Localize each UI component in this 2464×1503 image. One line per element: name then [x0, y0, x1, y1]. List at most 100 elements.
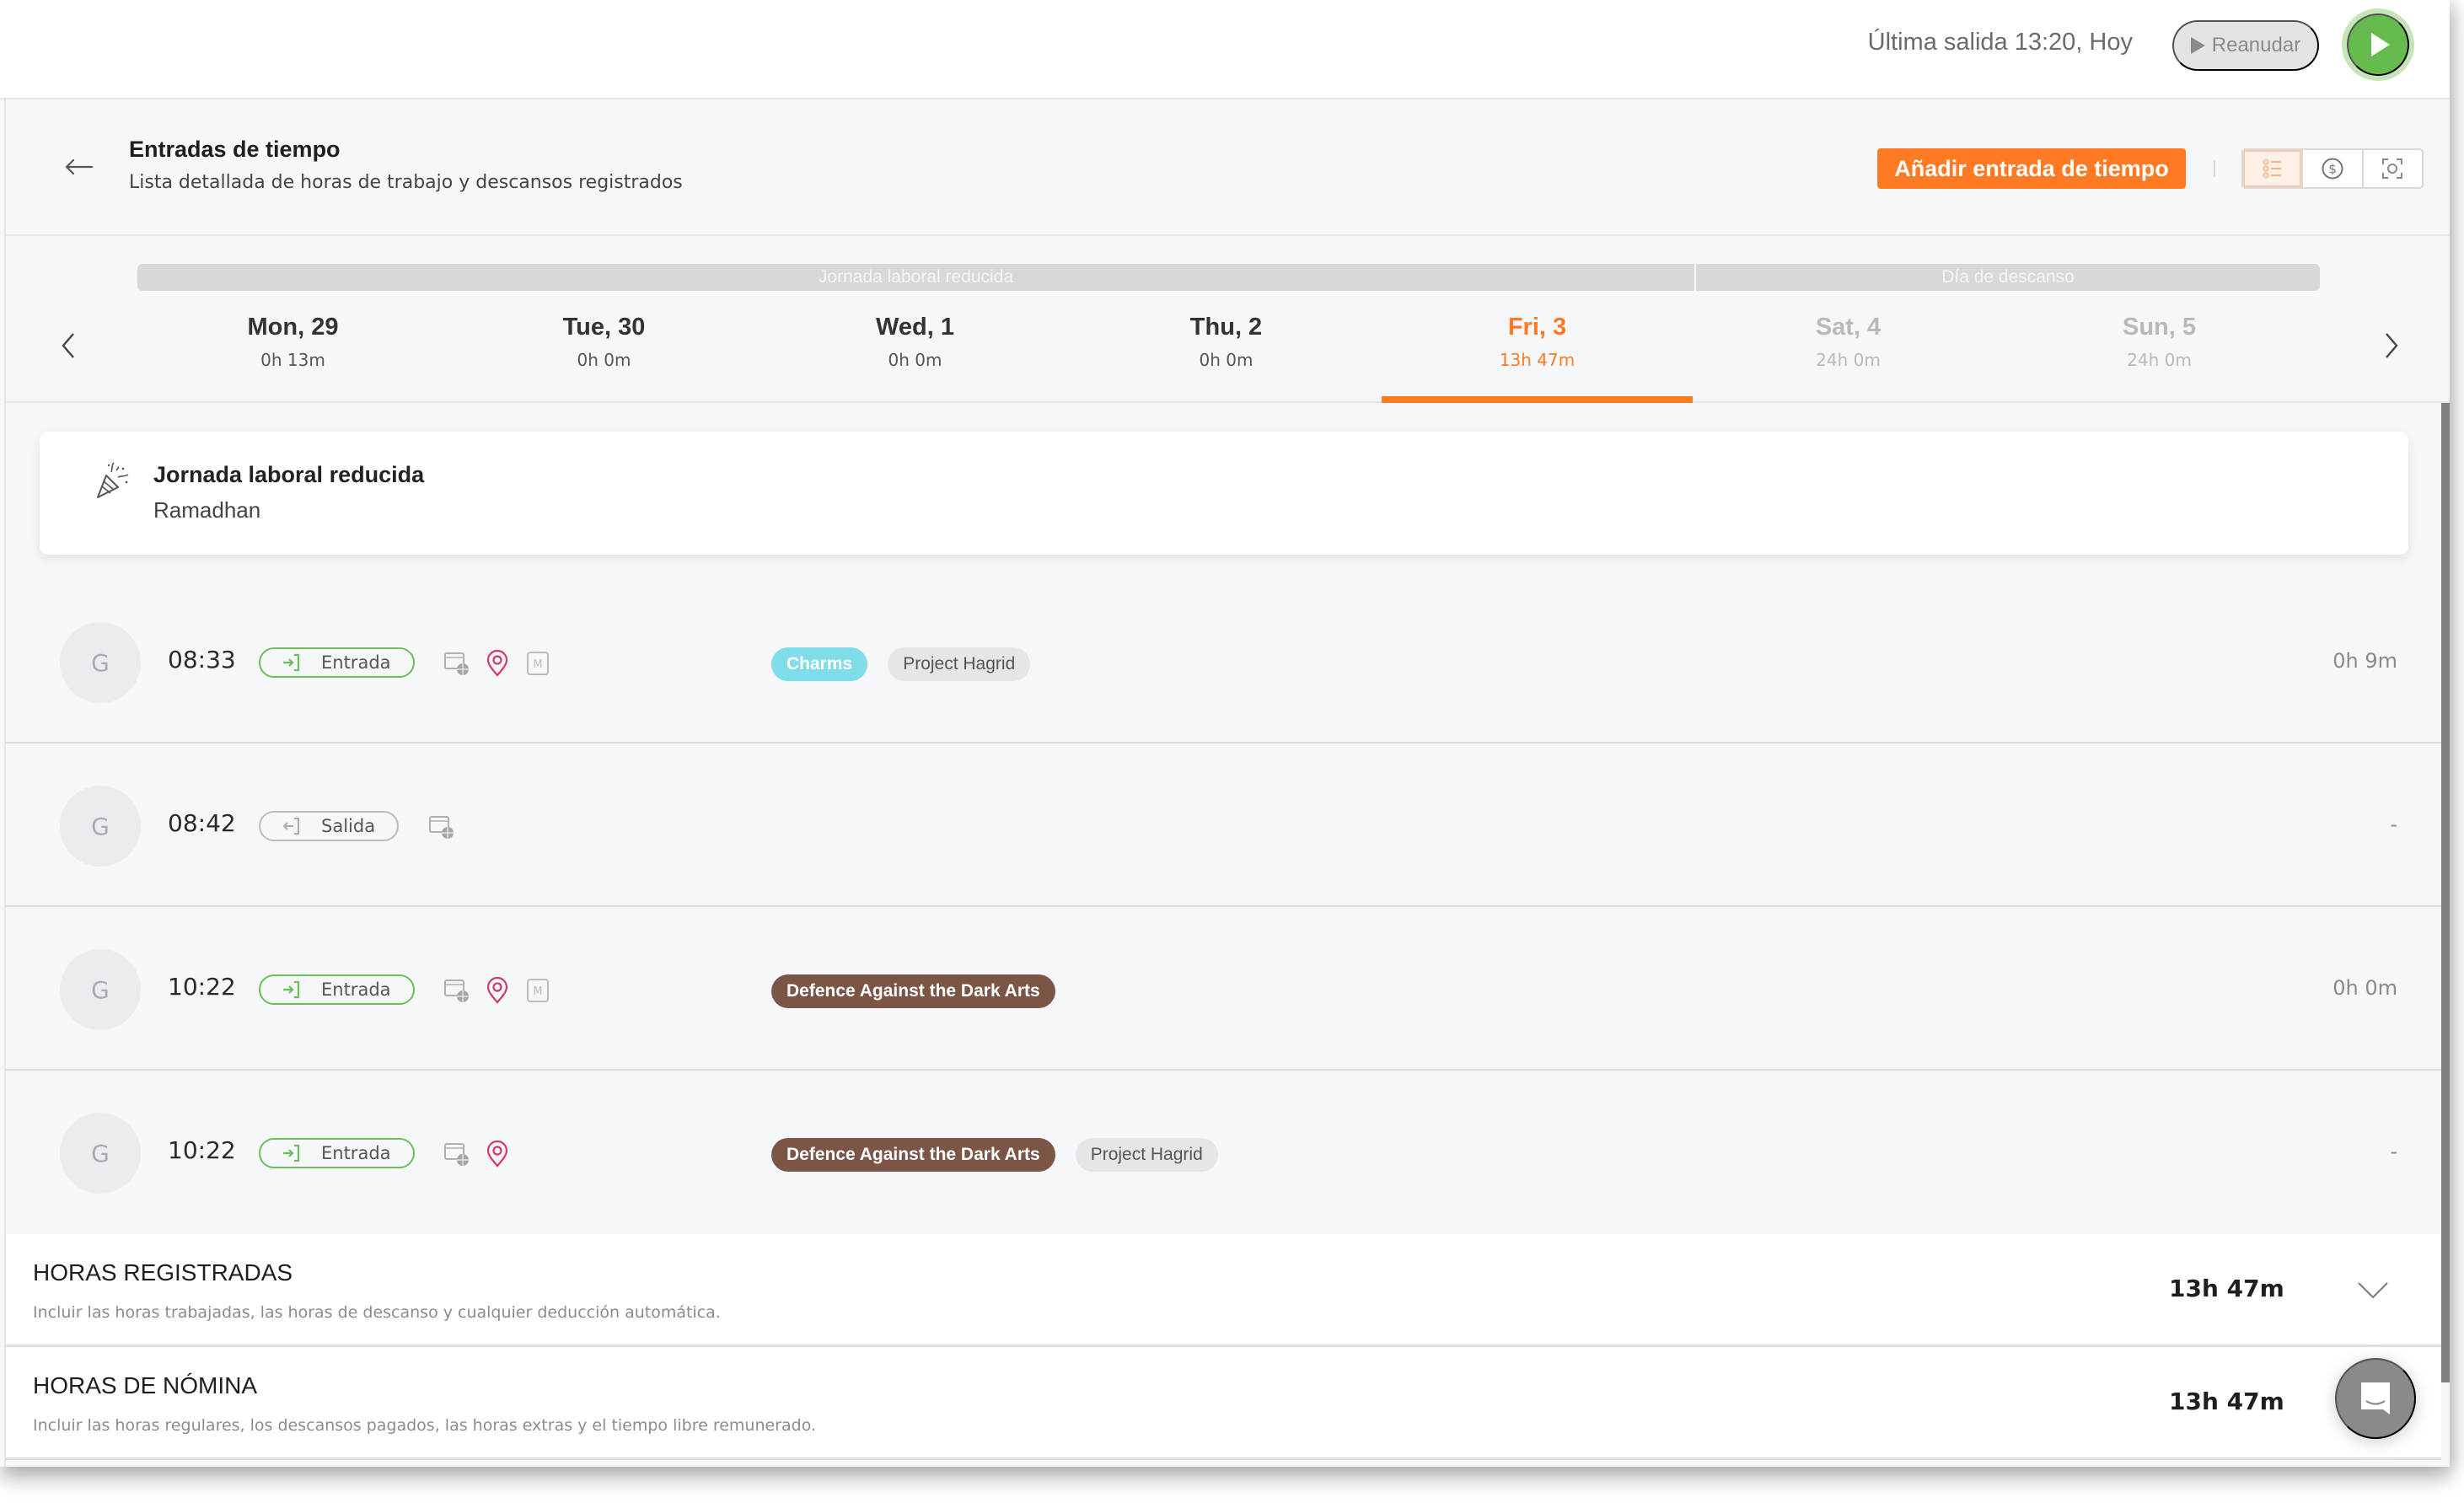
day-tab-mon[interactable]: Mon, 29 0h 13m — [137, 312, 448, 403]
entry-duration: 0h 0m — [2332, 976, 2397, 1000]
entry-source-icons — [443, 1140, 512, 1168]
resume-label: Reanudar — [2211, 34, 2301, 56]
selected-day-indicator — [1382, 396, 1693, 403]
entry-type-badge: Entrada — [259, 974, 415, 1005]
divider — [2214, 160, 2215, 177]
day-name: Wed, 1 — [876, 314, 954, 341]
app-window: Última salida 13:20, Hoy Reanudar Entrad… — [0, 0, 2450, 1467]
scan-icon — [2382, 158, 2403, 179]
day-list: Mon, 29 0h 13m Tue, 30 0h 0m Wed, 1 0h 0… — [137, 312, 2321, 403]
entry-type-badge: Entrada — [259, 1138, 415, 1168]
avatar: G — [60, 1113, 141, 1194]
list-icon — [2263, 158, 2281, 179]
add-time-entry-button[interactable]: Añadir entrada de tiempo — [1877, 148, 2186, 189]
day-hours: 0h 0m — [577, 350, 631, 370]
day-hours: 0h 0m — [888, 350, 942, 370]
tag: Charms — [771, 647, 868, 681]
top-bar: Última salida 13:20, Hoy Reanudar — [0, 0, 2450, 99]
holiday-card: Jornada laboral reducida Ramadhan — [40, 432, 2408, 555]
chevron-down-icon[interactable] — [2356, 1280, 2390, 1302]
holiday-name: Ramadhan — [153, 497, 261, 523]
location-pin-icon[interactable] — [483, 649, 512, 678]
web-device-icon[interactable] — [443, 649, 471, 678]
location-pin-icon[interactable] — [483, 1140, 512, 1168]
day-hours: 24h 0m — [2127, 350, 2192, 370]
web-device-icon[interactable] — [443, 1140, 471, 1168]
svg-text:M: M — [533, 985, 542, 998]
entry-duration: 0h 9m — [2332, 649, 2397, 673]
clock-in-icon — [283, 653, 300, 672]
recorded-hours-row[interactable]: HORAS REGISTRADAS Incluir las horas trab… — [6, 1234, 2441, 1347]
entry-type-label: Entrada — [321, 980, 391, 1000]
entry-time: 08:33 — [168, 646, 236, 674]
banner-reduced-workday: Jornada laboral reducida — [137, 264, 1694, 291]
manual-m-icon[interactable]: M — [523, 976, 552, 1005]
dollar-icon: $ — [2322, 158, 2343, 180]
summary-title: HORAS REGISTRADAS — [33, 1259, 293, 1286]
chevron-right-icon[interactable] — [2381, 330, 2402, 361]
day-hours: 24h 0m — [1816, 350, 1881, 370]
view-pay-button[interactable]: $ — [2303, 150, 2364, 187]
clock-in-icon — [283, 980, 300, 999]
holiday-title: Jornada laboral reducida — [153, 462, 425, 487]
summary-title: HORAS DE NÓMINA — [33, 1372, 258, 1398]
time-entry-row[interactable]: G 10:22 Entrada Defence Against the Dark Ar… — [6, 1071, 2441, 1234]
payroll-hours-row: HORAS DE NÓMINA Incluir las horas regula… — [6, 1347, 2441, 1460]
chat-support-button[interactable] — [2335, 1358, 2416, 1439]
location-pin-icon[interactable] — [483, 976, 512, 1005]
entry-duration: - — [2390, 1140, 2397, 1163]
entry-source-icons: M — [443, 649, 552, 678]
banner-rest-day: Día de descanso — [1696, 264, 2320, 291]
view-list-button[interactable] — [2243, 150, 2304, 187]
day-tab-wed[interactable]: Wed, 1 0h 0m — [760, 312, 1071, 403]
play-icon — [2190, 37, 2205, 54]
entry-time: 10:22 — [168, 1136, 236, 1164]
entry-type-badge: Salida — [259, 811, 400, 841]
clock-in-play-button[interactable] — [2347, 13, 2409, 76]
svg-text:$: $ — [2328, 162, 2337, 177]
scrollbar[interactable] — [2441, 403, 2450, 1382]
web-device-icon[interactable] — [443, 976, 471, 1005]
day-tab-sun[interactable]: Sun, 5 24h 0m — [2004, 312, 2315, 403]
entry-tags: Charms Project Hagrid — [771, 647, 1031, 681]
day-name: Mon, 29 — [247, 314, 339, 341]
entry-type-label: Entrada — [321, 652, 391, 673]
entry-type-badge: Entrada — [259, 647, 415, 678]
last-clock-out-status: Última salida 13:20, Hoy — [1867, 29, 2133, 56]
view-scan-button[interactable] — [2364, 150, 2422, 187]
entry-time: 10:22 — [168, 973, 236, 1001]
day-hours: 0h 0m — [1199, 350, 1253, 370]
day-name: Fri, 3 — [1507, 314, 1567, 341]
time-entry-row[interactable]: G 08:33 Entrada M Charms Project Hagrid 0h 9m — [6, 580, 2441, 743]
entry-time: 08:42 — [168, 809, 236, 837]
entry-source-icons: M — [443, 976, 552, 1005]
back-arrow-icon[interactable] — [62, 152, 95, 182]
day-tab-sat[interactable]: Sat, 4 24h 0m — [1693, 312, 2004, 403]
tag: Defence Against the Dark Arts — [771, 1138, 1055, 1172]
chat-icon — [2361, 1382, 2390, 1414]
day-tab-tue[interactable]: Tue, 30 0h 0m — [448, 312, 760, 403]
day-tab-thu[interactable]: Thu, 2 0h 0m — [1071, 312, 1382, 403]
entry-type-label: Salida — [321, 816, 376, 836]
party-popper-icon — [97, 462, 129, 498]
svg-text:M: M — [533, 658, 542, 671]
time-entry-row[interactable]: G 08:42 Salida - — [6, 743, 2441, 907]
web-device-icon[interactable] — [427, 813, 456, 841]
day-hours: 0h 13m — [260, 350, 325, 370]
summary-value: 13h 47m — [2169, 1275, 2284, 1302]
time-entry-row[interactable]: G 10:22 Entrada M Defence Against the Dark A… — [6, 907, 2441, 1071]
chevron-left-icon[interactable] — [58, 330, 78, 361]
summary-description: Incluir las horas regulares, los descans… — [33, 1416, 817, 1435]
manual-m-icon[interactable]: M — [523, 649, 552, 678]
day-tab-fri[interactable]: Fri, 3 13h 47m — [1382, 312, 1693, 403]
page-title: Entradas de tiempo — [129, 137, 341, 162]
tag: Project Hagrid — [1075, 1138, 1218, 1172]
entry-type-label: Entrada — [321, 1143, 391, 1163]
view-toggle: $ — [2241, 148, 2424, 189]
entry-source-icons — [427, 813, 456, 841]
resume-button[interactable]: Reanudar — [2172, 20, 2319, 71]
page-header: Entradas de tiempo Lista detallada de ho… — [6, 99, 2450, 236]
day-name: Sun, 5 — [2122, 314, 2196, 341]
tag: Defence Against the Dark Arts — [771, 974, 1055, 1008]
avatar: G — [60, 622, 141, 703]
